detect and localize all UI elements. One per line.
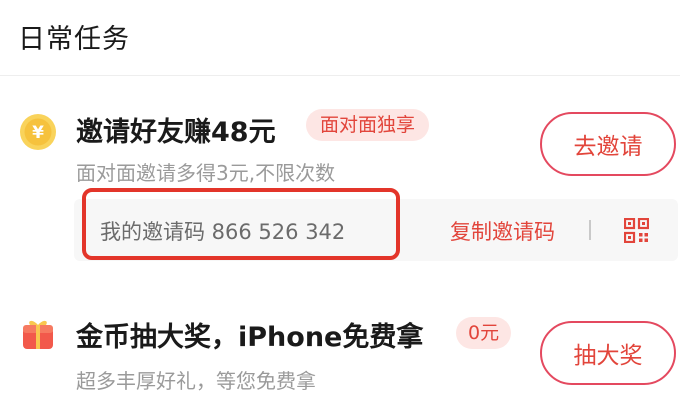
task-invite-friends: ¥ 邀请好友赚48元 面对面独享 面对面邀请多得3元,不限次数 去邀请 我的邀请… xyxy=(0,100,680,275)
task-title: 金币抽大奖，iPhone免费拿 xyxy=(76,322,424,353)
invite-button[interactable]: 去邀请 xyxy=(540,112,676,176)
task-subtitle: 面对面邀请多得3元,不限次数 xyxy=(76,161,336,185)
divider xyxy=(589,220,591,240)
invite-code-text: 我的邀请码 866 526 342 xyxy=(100,220,346,244)
task-title: 邀请好友赚48元 xyxy=(76,117,276,148)
invite-code-row: 我的邀请码 866 526 342 复制邀请码 xyxy=(74,188,678,261)
coin-icon: ¥ xyxy=(20,114,56,150)
section-title: 日常任务 xyxy=(18,24,130,55)
section-header: 日常任务 xyxy=(0,0,680,76)
task-tag: 面对面独享 xyxy=(306,109,430,141)
lottery-button[interactable]: 抽大奖 xyxy=(540,321,676,385)
gift-icon xyxy=(23,320,53,349)
task-tag: 0元 xyxy=(456,317,512,349)
qr-code-icon[interactable] xyxy=(624,218,649,243)
task-lottery: 金币抽大奖，iPhone免费拿 0元 超多丰厚好礼，等您免费拿 抽大奖 xyxy=(0,305,680,402)
task-subtitle: 超多丰厚好礼，等您免费拿 xyxy=(76,369,316,393)
copy-invite-code-button[interactable]: 复制邀请码 xyxy=(450,216,555,246)
coin-symbol: ¥ xyxy=(32,123,44,143)
